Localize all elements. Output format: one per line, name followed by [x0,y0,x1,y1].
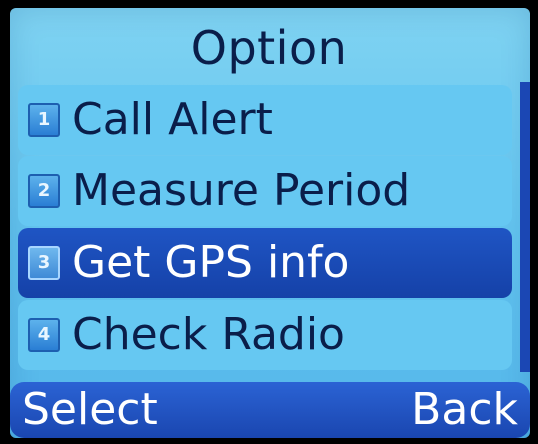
menu-item-check-radio[interactable]: 4 Check Radio [18,300,512,370]
menu-item-call-alert[interactable]: 1 Call Alert [18,85,512,155]
number-3-icon: 3 [28,246,60,280]
screen-title: Option [190,21,348,75]
number-1-icon: 1 [28,103,60,137]
menu-item-get-gps-info[interactable]: 3 Get GPS info [18,228,512,298]
number-2-icon: 2 [28,174,60,208]
softkey-bar: Select Back [10,382,530,438]
scrollbar[interactable] [520,82,530,372]
menu-item-measure-period[interactable]: 2 Measure Period [18,156,512,226]
menu-item-label: Call Alert [72,94,273,145]
menu-item-label: Get GPS info [72,237,350,288]
number-4-icon: 4 [28,318,60,352]
menu-item-label: Measure Period [72,165,411,216]
select-softkey[interactable]: Select [22,382,158,438]
back-softkey[interactable]: Back [411,382,518,438]
menu-item-label: Check Radio [72,309,345,360]
phone-screen: Option 1 Call Alert 2 Measure Period 3 G… [0,0,538,444]
